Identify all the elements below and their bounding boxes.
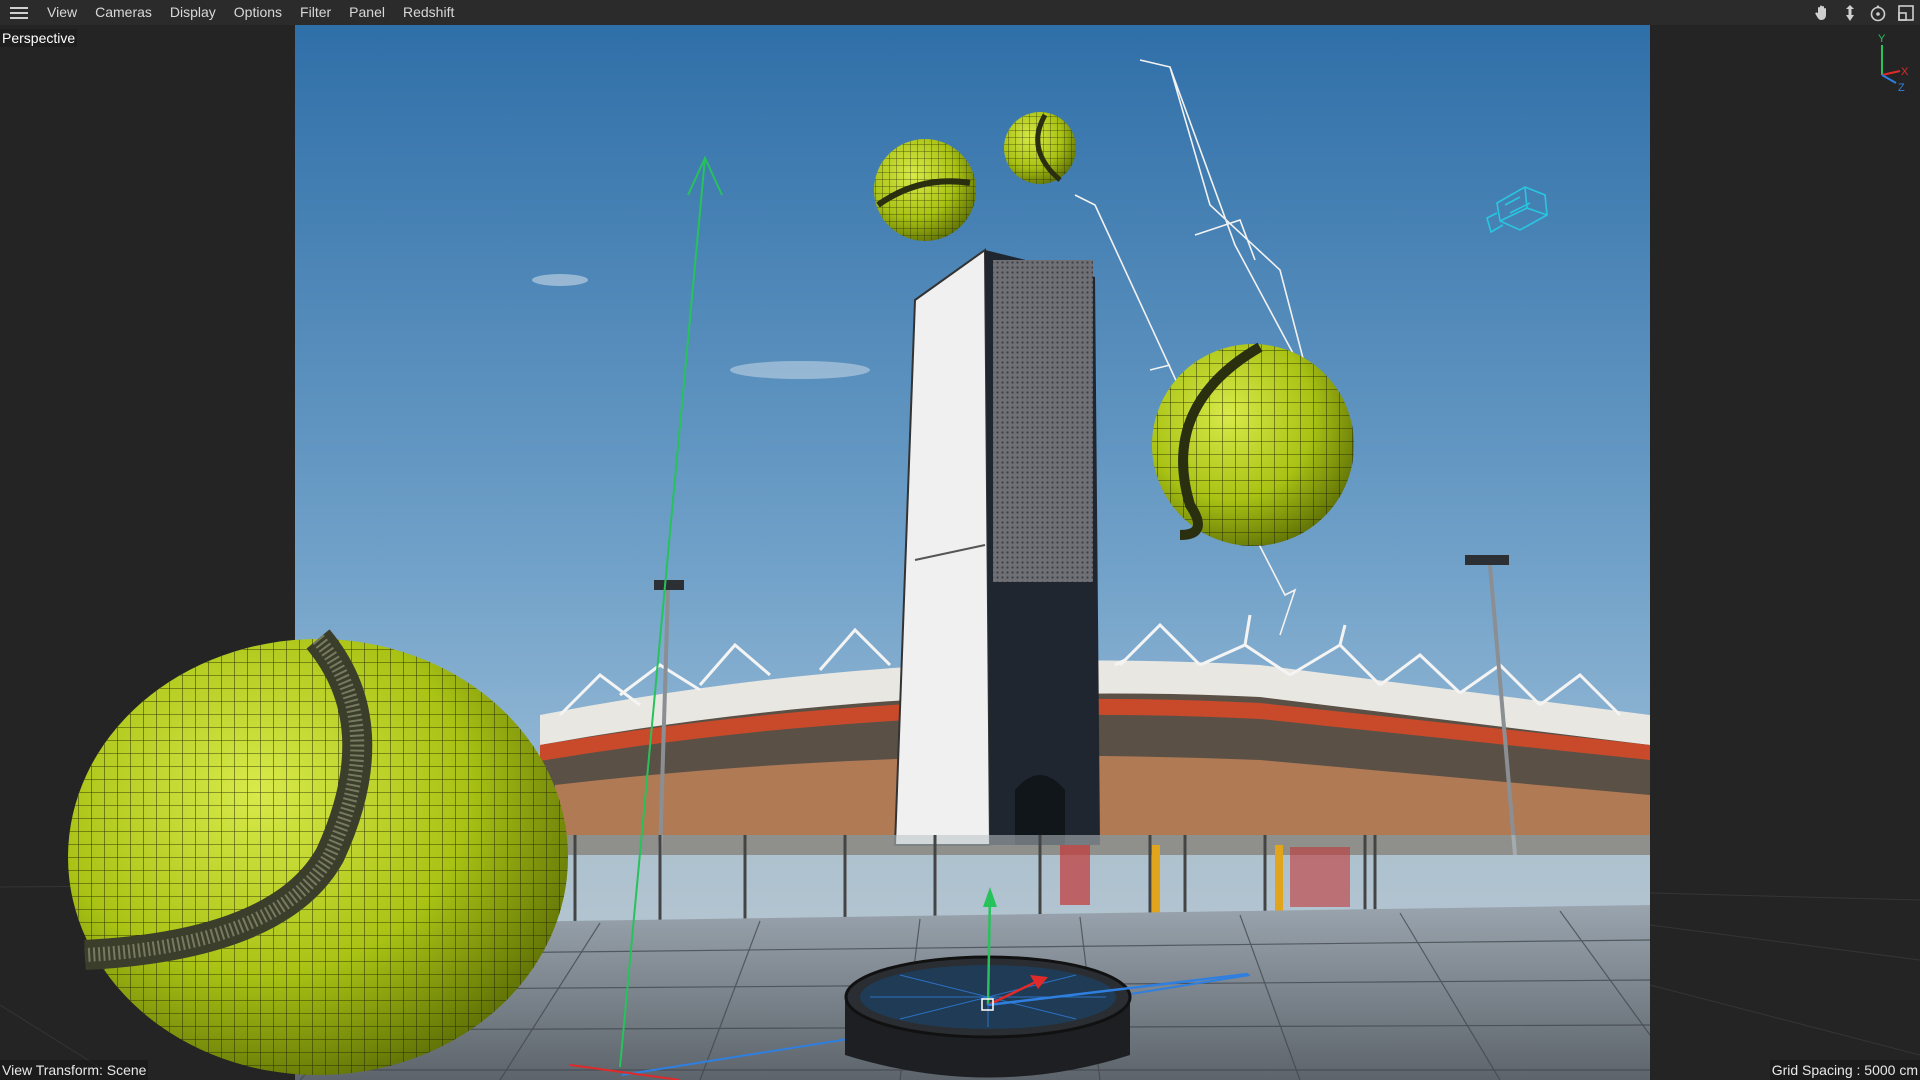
tennis-ball-large [68, 629, 568, 1075]
menu-items: View Cameras Display Options Filter Pane… [38, 0, 463, 25]
maximize-view-icon[interactable] [1896, 3, 1916, 23]
camera-view-label[interactable]: Perspective [0, 29, 78, 47]
tennis-ball-small-1 [874, 139, 976, 241]
viewport-navigation-tools [1812, 0, 1916, 25]
menu-redshift[interactable]: Redshift [394, 0, 463, 25]
tennis-ball-medium [1152, 342, 1354, 546]
move-arrow-icon[interactable] [1840, 3, 1860, 23]
hamburger-menu-icon[interactable] [0, 0, 38, 25]
menu-filter[interactable]: Filter [291, 0, 340, 25]
axis-orientation-gizmo: Y X Z [1878, 33, 1909, 93]
viewport-menubar: View Cameras Display Options Filter Pane… [0, 0, 1920, 25]
view-transform-status: View Transform: Scene [0, 1060, 149, 1080]
axis-z-label: Z [1898, 82, 1905, 93]
menu-view[interactable]: View [38, 0, 86, 25]
cinema4d-viewport-window: View Cameras Display Options Filter Pane… [0, 0, 1920, 1080]
hand-pan-icon[interactable] [1812, 3, 1832, 23]
menu-cameras[interactable]: Cameras [86, 0, 161, 25]
grid-spacing-status: Grid Spacing : 5000 cm [1769, 1060, 1920, 1080]
perspective-viewport[interactable]: Perspective Y X Z View Transform: Scene … [0, 25, 1920, 1080]
menu-display[interactable]: Display [161, 0, 225, 25]
menu-options[interactable]: Options [225, 0, 291, 25]
menu-panel[interactable]: Panel [340, 0, 394, 25]
axis-x-label: X [1901, 66, 1909, 78]
3d-scene-render[interactable] [0, 25, 1920, 1080]
axis-y-label: Y [1878, 33, 1886, 45]
tennis-ball-small-2 [1004, 112, 1076, 184]
orbit-icon[interactable] [1868, 3, 1888, 23]
